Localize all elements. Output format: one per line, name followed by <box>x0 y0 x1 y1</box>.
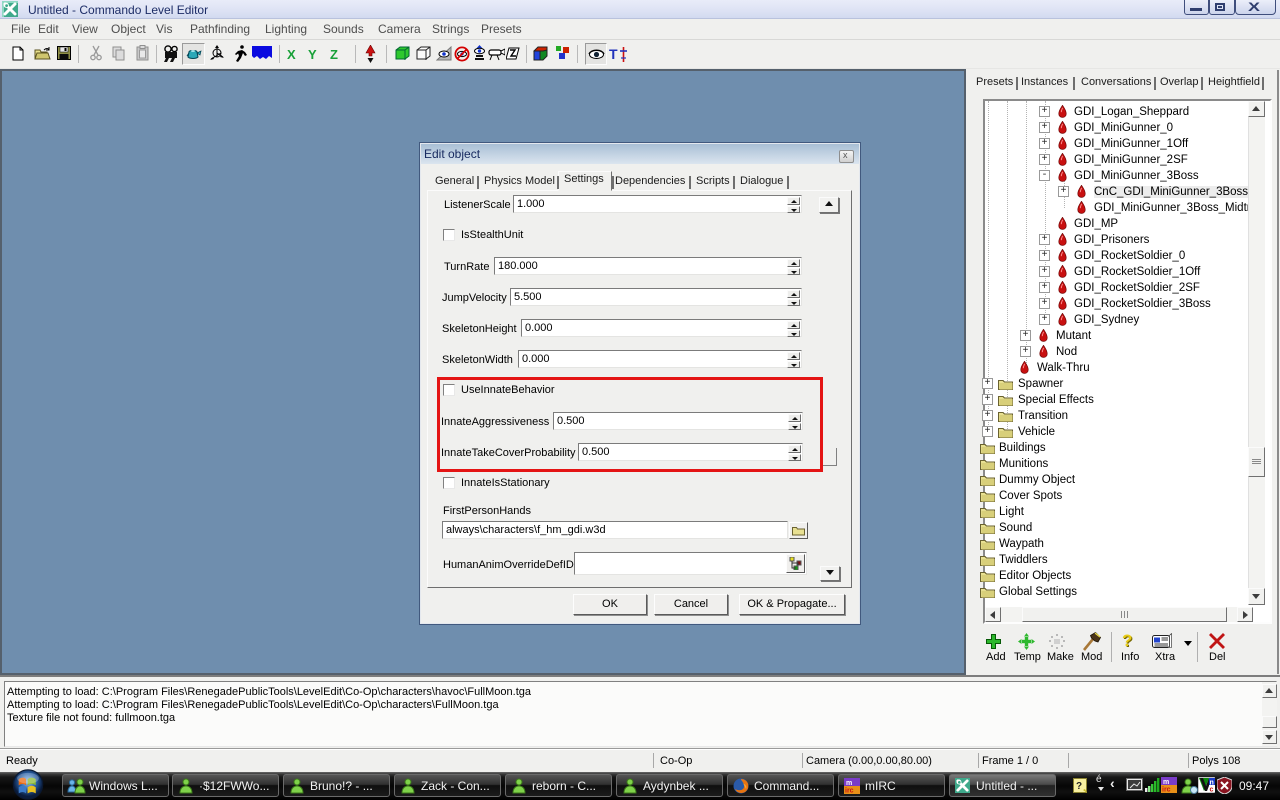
svg-text:irc: irc <box>845 788 854 795</box>
svg-text:c: c <box>1210 787 1214 794</box>
svg-text:?: ? <box>1076 781 1082 792</box>
svg-text:m: m <box>1163 779 1169 786</box>
svg-text:m: m <box>846 780 852 787</box>
svg-text:irc: irc <box>1162 787 1171 794</box>
